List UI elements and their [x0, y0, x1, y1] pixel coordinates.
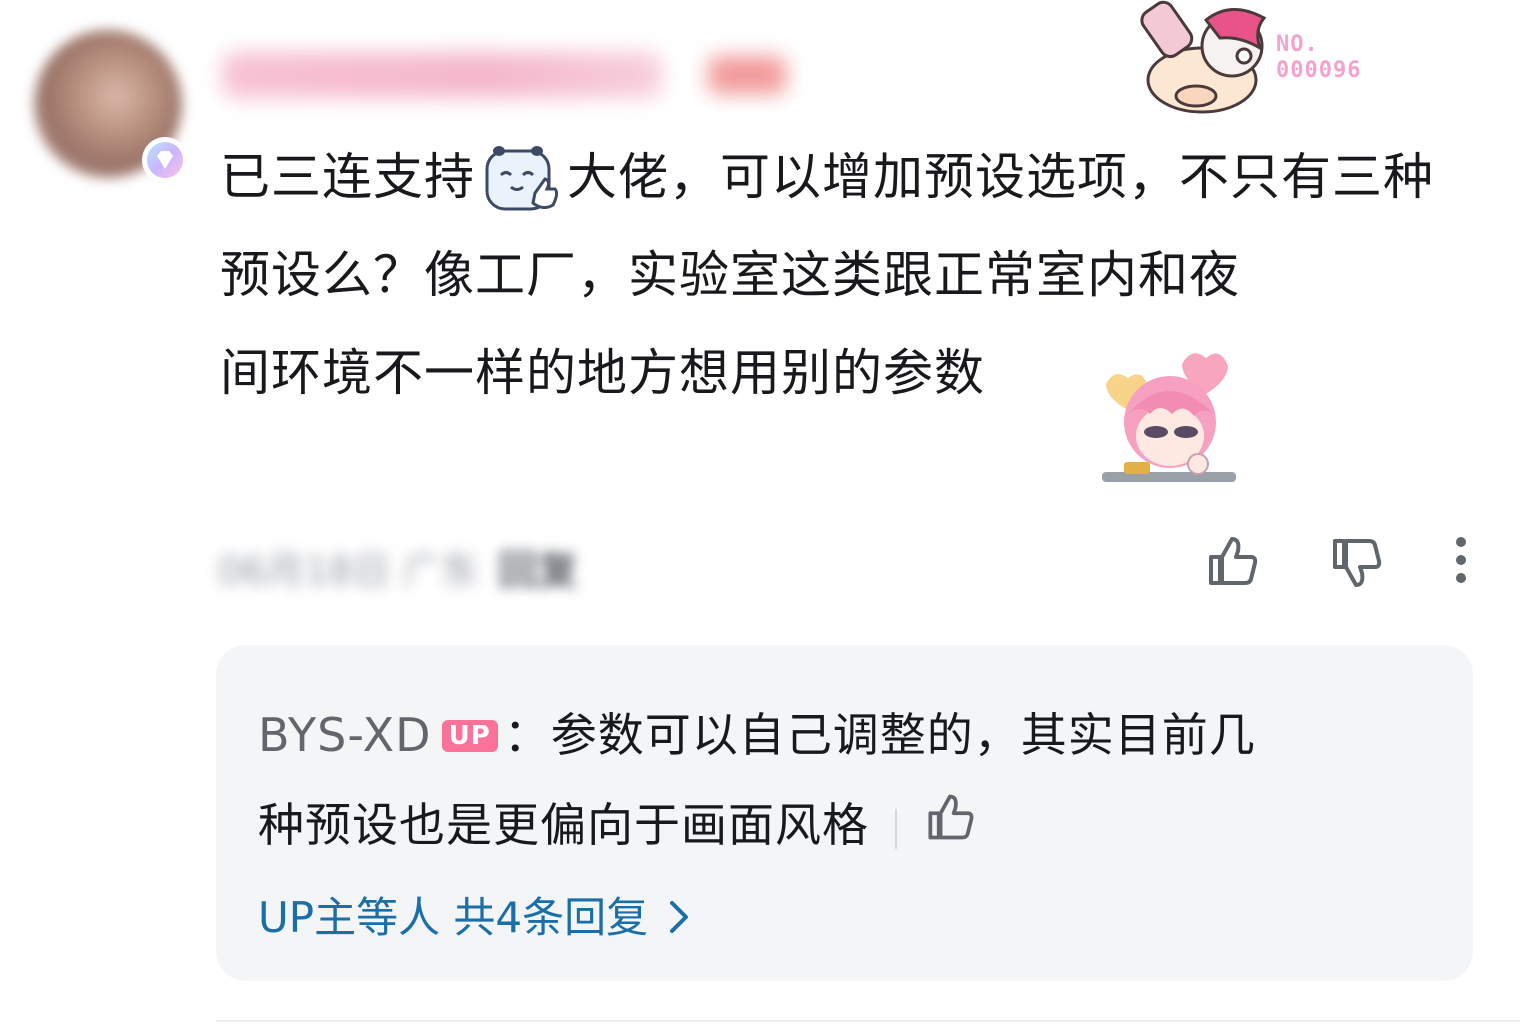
commenter-username-blurred[interactable]	[222, 52, 662, 98]
thumb-up-icon	[928, 794, 974, 839]
comment-text: 已三连支持 大佬，可以增加预设选项，不只有三种预设么？像工厂，实验室这类跟正常室…	[220, 128, 1480, 422]
fan-badge-number: NO. 000096	[1276, 32, 1361, 84]
more-options-button[interactable]	[1444, 532, 1478, 588]
up-badge: UP	[441, 719, 498, 752]
more-vertical-icon	[1456, 537, 1466, 583]
view-more-replies-link[interactable]: UP主等人 共4条回复	[258, 888, 690, 951]
user-level-tag-blurred	[708, 56, 786, 94]
reply-text-line1: 参数可以自己调整的，其实目前几	[550, 708, 1256, 762]
thumbs-up-panda-emote-icon	[481, 141, 561, 221]
like-button[interactable]	[1198, 528, 1264, 594]
fan-badge-no-value: 000096	[1276, 58, 1362, 83]
reply-separator: ：	[503, 708, 551, 762]
comment-text-part3: 间环境不一样的地方想用别的参数	[220, 344, 985, 402]
reply-button-blurred[interactable]: 回复	[498, 538, 578, 596]
reply-preview-line2: 种预设也是更偏向于画面风格	[258, 780, 977, 874]
reply-like-button[interactable]	[921, 784, 977, 874]
comment-text-part1: 已三连支持	[220, 148, 475, 206]
thumb-up-icon	[1209, 537, 1258, 585]
vip-diamond-icon	[142, 137, 188, 183]
reply-divider	[895, 808, 897, 849]
reply-preview-line1: BYS-XD UP ：参数可以自己调整的，其实目前几	[258, 690, 1256, 780]
comment-date-location-blurred: 06月18日 广东	[218, 549, 479, 593]
thumb-down-icon	[1333, 539, 1382, 587]
more-replies-label: UP主等人 共4条回复	[258, 893, 649, 942]
pink-hair-girl-sticker	[1094, 344, 1244, 486]
comment-divider	[216, 1020, 1520, 1022]
dislike-button[interactable]	[1322, 530, 1388, 596]
fan-badge-no-label: NO.	[1276, 32, 1319, 57]
reply-text-line2: 种预设也是更偏向于画面风格	[258, 798, 869, 852]
chevron-right-icon	[668, 891, 690, 951]
reply-username[interactable]: BYS-XD	[258, 708, 432, 762]
